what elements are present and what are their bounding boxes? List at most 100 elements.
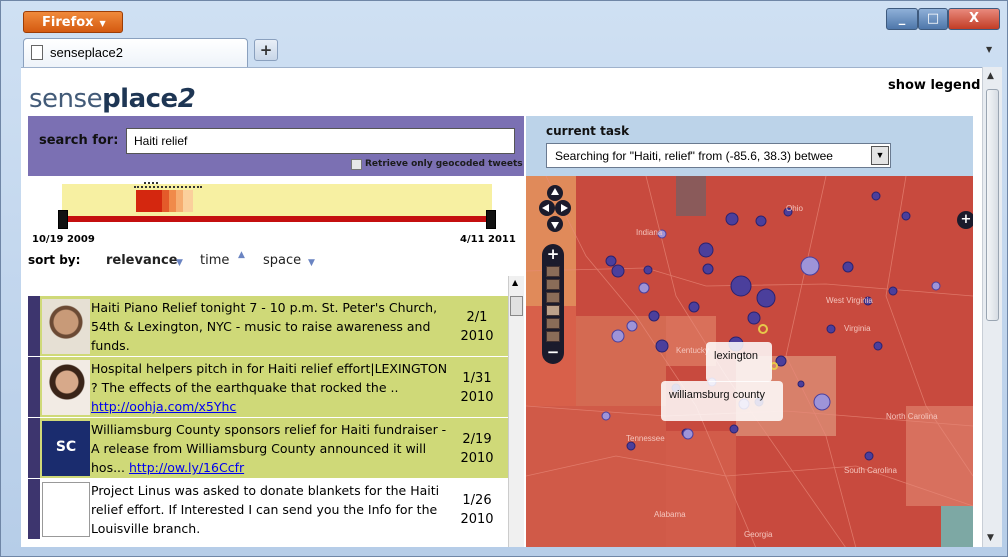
tweet-text: Project Linus was asked to donate blanke… [91, 483, 440, 536]
title-bar: Firefox ▼ _ □ X [1, 1, 1007, 35]
tweet-relevance-bar [28, 296, 40, 356]
search-input[interactable]: Haiti relief [126, 128, 515, 154]
avatar: SC [42, 421, 90, 476]
page-content: senseplace2 show legend search for: Hait… [21, 67, 1002, 547]
zoom-level[interactable] [546, 331, 560, 342]
map-place-label: Indiana [636, 228, 663, 237]
sort-desc-icon: ▼ [308, 258, 315, 268]
map-pan-control [538, 184, 572, 236]
avatar [42, 482, 90, 537]
tweet-relevance-bar [28, 418, 40, 478]
maximize-button[interactable]: □ [918, 8, 948, 30]
tweet-date: 2/19 2010 [460, 432, 494, 466]
timeline-end-handle[interactable] [486, 210, 496, 229]
timeline-track[interactable] [64, 216, 490, 222]
map-place-label: Tennessee [626, 434, 665, 443]
zoom-out-button[interactable]: − [544, 344, 562, 362]
sort-asc-icon: ▲ [238, 250, 245, 260]
timeline-marker [134, 186, 202, 188]
timeline-bin [136, 190, 162, 212]
sort-row: sort by: relevance ▼ time ▲ space ▼ [28, 250, 524, 274]
task-select[interactable]: Searching for "Haiti, relief" from (-85.… [546, 143, 891, 168]
search-label: search for: [39, 133, 119, 148]
zoom-in-button[interactable]: + [544, 246, 562, 264]
tweet-date: 1/26 2010 [460, 493, 494, 527]
map-place-label: Alabama [654, 510, 686, 519]
tweet-text: Hospital helpers pitch in for Haiti reli… [91, 361, 448, 414]
tweet-row[interactable]: Haiti Piano Relief tonight 7 - 10 p.m. S… [28, 296, 508, 357]
timeline-bin [169, 190, 176, 212]
map-popup-williamsburg[interactable]: williamsburg county [661, 381, 783, 421]
sort-space[interactable]: space [263, 253, 301, 268]
tweet-row[interactable]: Hospital helpers pitch in for Haiti reli… [28, 357, 508, 418]
tweet-list-scrollbar[interactable]: ▲ [508, 276, 524, 547]
timeline-start-date: 10/19 2009 [32, 234, 95, 245]
map-zoom-control: + − [542, 244, 564, 364]
scroll-thumb[interactable] [510, 296, 523, 316]
tweet-row[interactable]: SC Williamsburg County sponsors relief f… [28, 418, 508, 479]
firefox-menu-label: Firefox [42, 15, 94, 30]
map-layer-plus-button[interactable]: + [957, 211, 973, 229]
tweet-date: 2/1 2010 [460, 310, 494, 344]
timeline-histogram [62, 184, 492, 218]
firefox-menu-button[interactable]: Firefox ▼ [23, 11, 123, 33]
timeline-bin [176, 190, 183, 212]
zoom-slider-thumb[interactable] [546, 305, 560, 316]
page-scrollbar[interactable]: ▲ ▼ [982, 67, 1002, 547]
new-tab-button[interactable]: + [254, 39, 278, 61]
tab-senseplace2[interactable]: senseplace2 [23, 38, 248, 67]
tweet-list: Haiti Piano Relief tonight 7 - 10 p.m. S… [28, 296, 508, 547]
scroll-up-icon[interactable]: ▲ [512, 278, 518, 287]
page-icon [31, 45, 43, 60]
tab-title: senseplace2 [50, 45, 123, 60]
tweet-text: Haiti Piano Relief tonight 7 - 10 p.m. S… [91, 300, 438, 353]
geocoded-checkbox[interactable] [351, 159, 362, 170]
timeline-start-handle[interactable] [58, 210, 68, 229]
tweet-link[interactable]: http://oohja.com/x5Yhc [91, 399, 236, 414]
zoom-level[interactable] [546, 318, 560, 329]
sort-time[interactable]: time [200, 253, 229, 268]
tweet-date: 1/31 2010 [460, 371, 494, 405]
timeline-bin [162, 190, 169, 212]
scroll-thumb[interactable] [986, 89, 999, 321]
chevron-down-icon[interactable]: ▼ [871, 146, 889, 165]
search-panel: search for: Haiti relief Retrieve only g… [28, 116, 524, 176]
timeline: 10/19 2009 4/11 2011 [28, 176, 524, 246]
task-label: current task [546, 124, 630, 138]
scroll-up-icon[interactable]: ▲ [987, 71, 994, 81]
timeline-bin [183, 190, 193, 212]
map-place-label: South Carolina [844, 466, 897, 475]
tweet-text: Williamsburg County sponsors relief for … [91, 422, 447, 475]
task-panel: current task Searching for "Haiti, relie… [526, 116, 973, 176]
map-place-label: Georgia [744, 530, 773, 539]
tweet-link[interactable]: http://ow.ly/16Ccfr [129, 460, 244, 475]
task-select-value: Searching for "Haiti, relief" from (-85.… [555, 149, 833, 163]
scroll-down-icon[interactable]: ▼ [987, 533, 994, 543]
tab-bar: senseplace2 + ▼ [1, 35, 1007, 67]
avatar [42, 360, 90, 415]
sort-relevance[interactable]: relevance [106, 253, 178, 268]
map-popup-lexington[interactable]: lexington [706, 342, 772, 382]
chevron-down-icon: ▼ [99, 19, 106, 28]
map[interactable]: Indiana Ohio Virginia Kentucky Tennessee… [526, 176, 973, 547]
browser-window: Firefox ▼ _ □ X senseplace2 + ▼ senseplac… [0, 0, 1008, 557]
zoom-level[interactable] [546, 279, 560, 290]
tweet-relevance-bar [28, 479, 40, 539]
map-place-label: Kentucky [676, 346, 709, 355]
tweet-row[interactable]: Project Linus was asked to donate blanke… [28, 479, 508, 540]
map-place-label: North Carolina [886, 412, 938, 421]
tab-list-icon[interactable]: ▼ [986, 45, 992, 54]
avatar [42, 299, 90, 354]
timeline-marker [144, 182, 158, 184]
geocoded-label: Retrieve only geocoded tweets [365, 159, 523, 169]
sort-label: sort by: [28, 253, 81, 267]
map-place-label: Ohio [786, 204, 803, 213]
senseplace-logo: senseplace2 [29, 84, 196, 114]
show-legend-link[interactable]: show legend [888, 78, 980, 93]
map-place-label: West Virginia [826, 296, 873, 305]
minimize-button[interactable]: _ [886, 8, 918, 30]
zoom-level[interactable] [546, 292, 560, 303]
close-button[interactable]: X [948, 8, 1000, 30]
tweet-relevance-bar [28, 357, 40, 417]
zoom-level[interactable] [546, 266, 560, 277]
